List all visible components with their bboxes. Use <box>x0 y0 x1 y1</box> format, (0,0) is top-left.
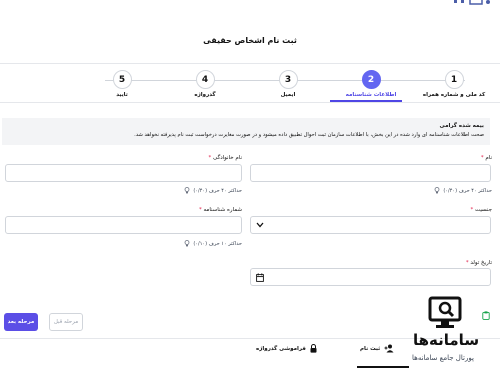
tab-forgot-password-label: فراموشی گذرواژه <box>256 345 306 352</box>
top-divider <box>0 63 500 64</box>
step-number: 2 <box>361 70 381 89</box>
clipboard-icon <box>482 311 490 320</box>
calendar-icon <box>256 273 264 282</box>
gender-label: جنسیت * <box>470 207 492 213</box>
tab-register-label: ثبت نام <box>360 345 381 352</box>
birth-date-input[interactable] <box>250 268 491 286</box>
step-2[interactable]: 2 اطلاعات شناسنامه <box>331 70 411 98</box>
step-number: 1 <box>444 70 464 89</box>
bulb-icon <box>185 240 190 247</box>
step-number: 5 <box>112 70 132 89</box>
notice-heading: بیمه شده گرامی <box>439 123 484 129</box>
bulb-icon <box>435 187 440 194</box>
site-logo <box>454 0 490 5</box>
step-label: گذرواژه <box>194 92 216 98</box>
previous-step-button[interactable]: مرحله قبل <box>49 313 83 331</box>
tab-register[interactable]: ثبت نام <box>360 344 394 353</box>
watermark-logo-icon <box>428 296 462 328</box>
next-step-button[interactable]: مرحله بعد <box>4 313 38 331</box>
first-name-hint: حداکثر ۴۰ حرف (۰/۴۰) <box>434 187 492 194</box>
id-number-label: شماره شناسنامه * <box>198 207 242 213</box>
step-label: تایید <box>116 92 128 98</box>
notice-body: صحت اطلاعات شناسنامه ای وارد شده در این … <box>134 132 484 138</box>
step-label: اطلاعات شناسنامه <box>345 92 397 98</box>
last-name-input[interactable] <box>5 164 242 182</box>
chevron-down-icon <box>256 222 264 228</box>
tab-forgot-password[interactable]: فراموشی گذرواژه <box>256 344 317 353</box>
notice-box: بیمه شده گرامی صحت اطلاعات شناسنامه ای و… <box>2 118 490 145</box>
active-tab-indicator <box>357 366 409 368</box>
birth-date-label: تاریخ تولد * <box>465 260 492 266</box>
user-add-icon <box>384 344 394 353</box>
id-number-hint: حداکثر ۱۰ حرف (۰/۱۰) <box>184 240 242 247</box>
last-name-hint: حداکثر ۴۰ حرف (۰/۴۰) <box>184 187 242 194</box>
step-number: 3 <box>278 70 298 89</box>
gender-select[interactable] <box>250 216 491 234</box>
step-number: 4 <box>195 70 215 89</box>
page-title: ثبت نام اشخاص حقیقی <box>203 36 297 45</box>
step-5[interactable]: 5 تایید <box>82 70 162 98</box>
first-name-input[interactable] <box>250 164 491 182</box>
bulb-icon <box>185 187 190 194</box>
step-3[interactable]: 3 ایمیل <box>248 70 328 98</box>
lock-icon <box>310 344 317 353</box>
last-name-label: نام خانوادگی * <box>208 155 243 161</box>
watermark-subtitle: پورتال جامع سامانه‌ها <box>412 354 474 362</box>
step-label: ایمیل <box>280 92 296 98</box>
stepper-divider <box>0 102 500 103</box>
step-1[interactable]: 1 کد ملی و شماره همراه <box>414 70 494 98</box>
watermark-name: سامانه‌ها <box>413 331 480 349</box>
step-4[interactable]: 4 گذرواژه <box>165 70 245 98</box>
step-label: کد ملی و شماره همراه <box>422 92 486 98</box>
first-name-label: نام * <box>480 155 492 161</box>
id-number-input[interactable] <box>5 216 242 234</box>
